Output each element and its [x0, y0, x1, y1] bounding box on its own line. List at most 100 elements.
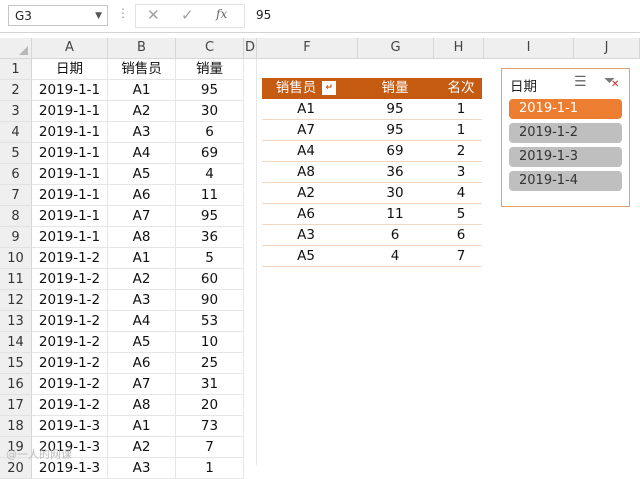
slicer-item[interactable]: 2019-1-3 [509, 147, 622, 167]
row-header[interactable]: 18 [0, 416, 32, 437]
cell[interactable]: 95 [176, 80, 244, 100]
cell[interactable]: A1 [262, 99, 350, 119]
cell[interactable]: 95 [350, 120, 440, 140]
cell[interactable]: A2 [108, 269, 176, 289]
slicer-item[interactable]: 2019-1-4 [509, 171, 622, 191]
cell[interactable]: 2019-1-1 [32, 101, 108, 121]
row-header[interactable]: 2 [0, 80, 32, 101]
cell[interactable]: A3 [262, 225, 350, 245]
col-header-f[interactable]: F [257, 38, 358, 59]
row-header[interactable]: 10 [0, 248, 32, 269]
row-header[interactable]: 17 [0, 395, 32, 416]
cell[interactable]: 4 [440, 183, 482, 203]
cell[interactable]: 11 [176, 185, 244, 205]
more-icon[interactable]: ⋮ [117, 6, 129, 20]
cell[interactable]: 2 [440, 141, 482, 161]
header-cell[interactable]: 日期 [32, 59, 108, 79]
row-header[interactable]: 5 [0, 143, 32, 164]
cell[interactable]: 1 [176, 458, 244, 478]
cell[interactable]: A1 [108, 248, 176, 268]
col-header-c[interactable]: C [176, 38, 244, 59]
row-header[interactable]: 9 [0, 227, 32, 248]
col-header-g[interactable]: G [358, 38, 434, 59]
cell[interactable]: 30 [350, 183, 440, 203]
row-header[interactable]: 12 [0, 290, 32, 311]
cell[interactable]: A4 [108, 311, 176, 331]
row-header[interactable]: 4 [0, 122, 32, 143]
cell[interactable]: 2019-1-1 [32, 122, 108, 142]
cell[interactable]: 2019-1-2 [32, 269, 108, 289]
cell[interactable]: A6 [262, 204, 350, 224]
cell[interactable]: A7 [108, 206, 176, 226]
col-header-a[interactable]: A [32, 38, 108, 59]
clear-filter-icon[interactable]: ⏷ ✕ [604, 73, 619, 90]
cell[interactable]: 4 [176, 164, 244, 184]
cell[interactable]: 95 [176, 206, 244, 226]
col-header-i[interactable]: I [484, 38, 574, 59]
row-header[interactable]: 8 [0, 206, 32, 227]
row-header[interactable]: 16 [0, 374, 32, 395]
cell[interactable]: 90 [176, 290, 244, 310]
header-cell[interactable]: 销售员 [108, 59, 176, 79]
row-header[interactable]: 11 [0, 269, 32, 290]
cell[interactable]: A8 [108, 227, 176, 247]
cell[interactable]: 7 [176, 437, 244, 457]
cell[interactable]: 25 [176, 353, 244, 373]
cell[interactable]: 2019-1-1 [32, 143, 108, 163]
cell[interactable]: A4 [262, 141, 350, 161]
cell[interactable]: 3 [440, 162, 482, 182]
cell[interactable]: A3 [108, 122, 176, 142]
cell[interactable]: 36 [350, 162, 440, 182]
cell[interactable]: 2019-1-2 [32, 395, 108, 415]
cell[interactable]: 31 [176, 374, 244, 394]
cell[interactable]: 53 [176, 311, 244, 331]
slicer-item[interactable]: 2019-1-2 [509, 123, 622, 143]
row-header[interactable]: 14 [0, 332, 32, 353]
cell[interactable]: A7 [262, 120, 350, 140]
row-header[interactable]: 3 [0, 101, 32, 122]
col-header-d[interactable]: D [244, 38, 257, 59]
header-cell[interactable]: 销量 [176, 59, 244, 79]
enter-icon[interactable]: ✓ [181, 6, 194, 24]
cell[interactable]: A2 [108, 101, 176, 121]
cell[interactable]: 60 [176, 269, 244, 289]
filter-dropdown-icon[interactable]: ↵ [322, 81, 337, 95]
cell[interactable]: A2 [108, 437, 176, 457]
cell[interactable]: A5 [108, 164, 176, 184]
cell[interactable]: 36 [176, 227, 244, 247]
cell[interactable]: 2019-1-1 [32, 80, 108, 100]
cell[interactable]: A7 [108, 374, 176, 394]
cell[interactable]: A5 [262, 246, 350, 266]
cell[interactable]: 2019-1-1 [32, 206, 108, 226]
cell[interactable]: A4 [108, 143, 176, 163]
row-header[interactable]: 7 [0, 185, 32, 206]
cell[interactable]: 6 [350, 225, 440, 245]
cell[interactable]: 2019-1-2 [32, 248, 108, 268]
cell[interactable]: A6 [108, 185, 176, 205]
row-header[interactable]: 13 [0, 311, 32, 332]
date-slicer[interactable]: 日期 ☰ ⏷ ✕ 2019-1-1 2019-1-2 2019-1-3 2019-1-4 [501, 68, 630, 207]
cell[interactable]: 10 [176, 332, 244, 352]
cell[interactable]: 2019-1-2 [32, 353, 108, 373]
cell[interactable]: A1 [108, 416, 176, 436]
cell[interactable]: 69 [350, 141, 440, 161]
col-header-b[interactable]: B [108, 38, 176, 59]
cell[interactable]: 5 [440, 204, 482, 224]
cell[interactable]: 7 [440, 246, 482, 266]
cell[interactable]: 2019-1-2 [32, 311, 108, 331]
cell[interactable]: A6 [108, 353, 176, 373]
cell[interactable]: A3 [108, 458, 176, 478]
cell[interactable]: 6 [176, 122, 244, 142]
slicer-item[interactable]: 2019-1-1 [509, 99, 622, 119]
cell[interactable]: 5 [176, 248, 244, 268]
cell[interactable]: 2019-1-3 [32, 416, 108, 436]
select-all-corner[interactable] [0, 38, 32, 59]
cell[interactable]: A3 [108, 290, 176, 310]
header-salesperson[interactable]: 销售员 ↵ [262, 78, 350, 99]
cell[interactable]: 2019-1-2 [32, 290, 108, 310]
cell[interactable]: 1 [440, 99, 482, 119]
cell[interactable]: 69 [176, 143, 244, 163]
multi-select-icon[interactable]: ☰ [574, 74, 587, 90]
cell[interactable]: A8 [108, 395, 176, 415]
row-header[interactable]: 6 [0, 164, 32, 185]
